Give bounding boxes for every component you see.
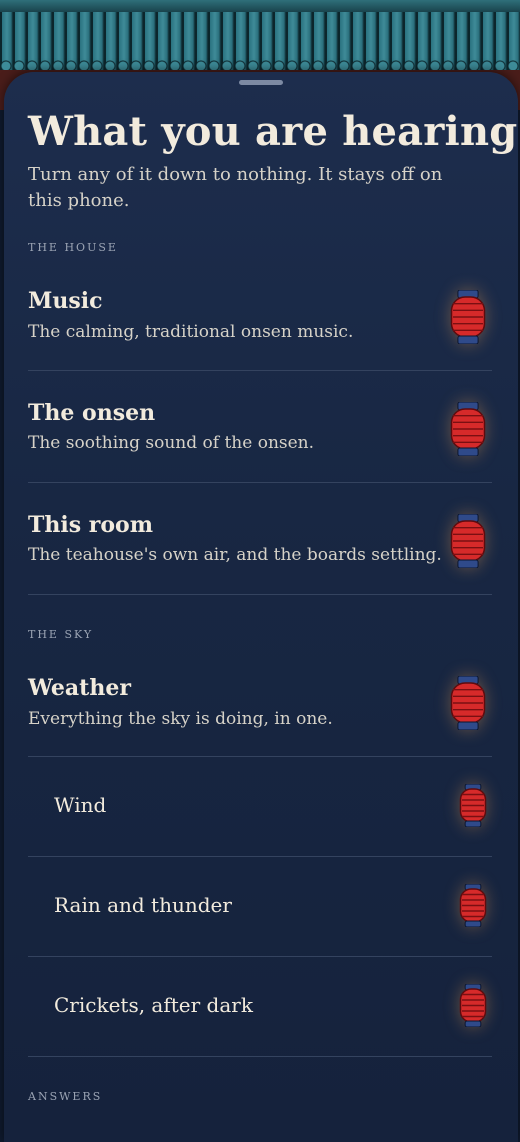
row-description: The calming, traditional onsen music. (28, 322, 354, 342)
wind-lantern-toggle-icon[interactable] (459, 783, 487, 831)
section-label-sky: THE SKY (28, 628, 94, 641)
sheet-title: What you are hearing (28, 108, 518, 155)
row-description: The soothing sound of the onsen. (28, 433, 315, 453)
sound-row-weather: Weather Everything the sky is doing, in … (28, 658, 492, 757)
section-label-house: THE HOUSE (28, 241, 118, 254)
subrow-label: Crickets, after dark (54, 993, 253, 1017)
rain-lantern-toggle-icon[interactable] (459, 883, 487, 931)
sound-subrow-crickets: Crickets, after dark (28, 956, 492, 1057)
sheet-subtitle: Turn any of it down to nothing. It stays… (28, 164, 443, 211)
music-lantern-toggle-icon[interactable] (450, 289, 486, 348)
crickets-lantern-toggle-icon[interactable] (459, 983, 487, 1031)
weather-lantern-toggle-icon[interactable] (450, 675, 486, 734)
row-description: The teahouse's own air, and the boards s… (28, 545, 442, 565)
section-label-answers: ANSWERS (28, 1090, 103, 1103)
sound-row-onsen: The onsen The soothing sound of the onse… (28, 370, 492, 483)
row-description: Everything the sky is doing, in one. (28, 709, 333, 729)
row-title: Weather (28, 675, 131, 701)
sheet-grabber[interactable] (239, 80, 283, 85)
sound-subrow-rain-thunder: Rain and thunder (28, 856, 492, 957)
sound-row-this-room: This room The teahouse's own air, and th… (28, 482, 492, 595)
subrow-label: Wind (54, 793, 107, 817)
room-lantern-toggle-icon[interactable] (450, 513, 486, 572)
sound-row-music: Music The calming, traditional onsen mus… (28, 272, 492, 371)
row-title: The onsen (28, 400, 156, 426)
sound-settings-sheet: What you are hearing Turn any of it down… (4, 72, 518, 1142)
onsen-lantern-toggle-icon[interactable] (450, 401, 486, 460)
row-title: This room (28, 512, 153, 538)
row-title: Music (28, 288, 103, 314)
sound-subrow-wind: Wind (28, 756, 492, 857)
subrow-label: Rain and thunder (54, 893, 232, 917)
